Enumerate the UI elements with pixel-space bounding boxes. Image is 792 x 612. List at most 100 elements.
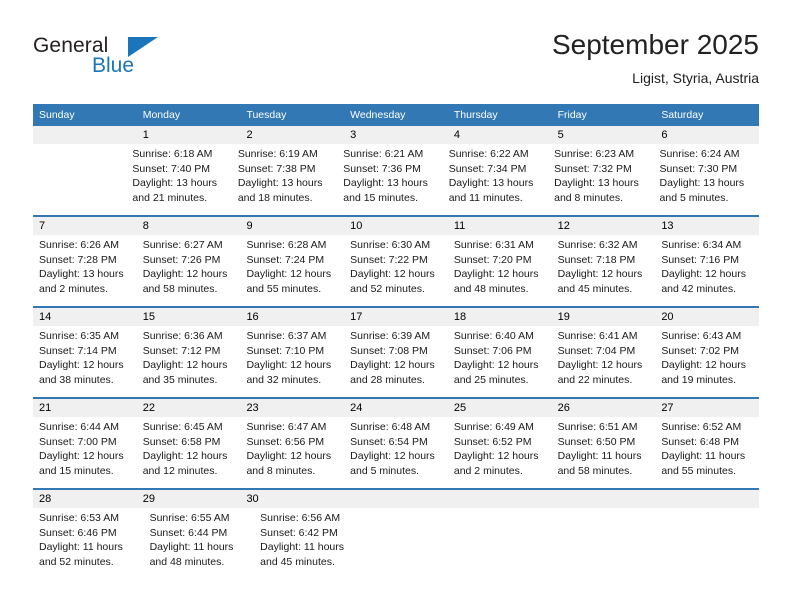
calendar-weeks: 1 2 3 4 5 6 Sunrise: 6:18 AM Sunset: 7:40 PM Day…: [33, 126, 759, 579]
day-cell[interactable]: Sunrise: 6:31 AM Sunset: 7:20 PM Daylight:…: [448, 235, 552, 306]
day-number-strip: 28 29 30: [33, 490, 759, 508]
day-info-line: Daylight: 12 hours: [453, 268, 539, 280]
day-number[interactable]: 3: [344, 126, 448, 144]
day-cell[interactable]: Sunrise: 6:52 AM Sunset: 6:48 PM Daylight:…: [655, 417, 759, 488]
day-cell[interactable]: Sunrise: 6:53 AM Sunset: 6:46 PM Daylight:…: [33, 508, 144, 579]
day-number[interactable]: 7: [33, 217, 137, 235]
day-number[interactable]: 1: [137, 126, 241, 144]
day-number[interactable]: 22: [137, 399, 241, 417]
day-number[interactable]: 4: [448, 126, 552, 144]
day-number[interactable]: 28: [33, 490, 137, 508]
day-number[interactable]: 16: [240, 308, 344, 326]
day-info-line: Daylight: 12 hours: [39, 359, 124, 371]
day-number-strip: 123456: [33, 126, 759, 144]
day-info-line: Sunset: 7:32 PM: [554, 162, 632, 175]
day-info-line: and 19 minutes.: [661, 373, 737, 386]
day-cell[interactable]: Sunrise: 6:45 AM Sunset: 6:58 PM Daylight:…: [137, 417, 241, 488]
day-number[interactable]: 24: [344, 399, 448, 417]
day-cell[interactable]: Sunrise: 6:51 AM Sunset: 6:50 PM Daylight:…: [552, 417, 656, 488]
day-info-line: Daylight: 11 hours: [39, 541, 123, 553]
day-cell[interactable]: Sunrise: 6:32 AM Sunset: 7:18 PM Daylight:…: [552, 235, 656, 306]
day-cell[interactable]: Sunrise: 6:30 AM Sunset: 7:22 PM Daylight:…: [344, 235, 448, 306]
day-number-empty: [448, 490, 552, 508]
day-info-line: Sunset: 7:20 PM: [453, 253, 532, 266]
day-info-line: Sunrise: 6:27 AM: [142, 239, 223, 251]
day-cell[interactable]: Sunrise: 6:37 AM Sunset: 7:10 PM Daylight:…: [240, 326, 344, 397]
day-number[interactable]: 26: [552, 399, 656, 417]
day-number[interactable]: 18: [448, 308, 552, 326]
weekday-header-saturday: Saturday: [661, 109, 704, 121]
day-info-line: Daylight: 12 hours: [246, 450, 332, 462]
day-number[interactable]: 20: [655, 308, 759, 326]
day-info-line: and 11 minutes.: [448, 191, 523, 204]
day-cell[interactable]: Sunrise: 6:35 AM Sunset: 7:14 PM Daylight:…: [33, 326, 137, 397]
general-blue-logo[interactable]: General Blue: [33, 34, 163, 90]
day-info-line: Sunrise: 6:23 AM: [554, 148, 635, 160]
weekday-header-wednesday: Wednesday: [350, 109, 406, 121]
day-cell[interactable]: Sunrise: 6:40 AM Sunset: 7:06 PM Daylight:…: [448, 326, 552, 397]
day-cell[interactable]: Sunrise: 6:49 AM Sunset: 6:52 PM Daylight:…: [448, 417, 552, 488]
day-info-line: Sunset: 6:52 PM: [453, 435, 532, 448]
day-cell[interactable]: Sunrise: 6:21 AM Sunset: 7:36 PM Daylight:…: [337, 144, 442, 215]
day-info-line: Sunset: 7:12 PM: [142, 344, 221, 357]
day-number[interactable]: 11: [448, 217, 552, 235]
day-cell[interactable]: Sunrise: 6:43 AM Sunset: 7:02 PM Daylight:…: [655, 326, 759, 397]
day-cell[interactable]: Sunrise: 6:34 AM Sunset: 7:16 PM Daylight:…: [655, 235, 759, 306]
day-cell[interactable]: Sunrise: 6:36 AM Sunset: 7:12 PM Daylight:…: [137, 326, 241, 397]
day-number[interactable]: 21: [33, 399, 137, 417]
day-cell[interactable]: Sunrise: 6:44 AM Sunset: 7:00 PM Daylight:…: [33, 417, 137, 488]
day-info-line: Daylight: 12 hours: [557, 359, 643, 371]
day-number[interactable]: 9: [240, 217, 344, 235]
day-number[interactable]: 8: [137, 217, 241, 235]
weekday-header-row: Sunday Monday Tuesday Wednesday Thursday Frid…: [33, 104, 759, 126]
day-cell[interactable]: Sunrise: 6:24 AM Sunset: 7:30 PM Daylight:…: [654, 144, 759, 215]
page-subtitle: Ligist, Styria, Austria: [632, 70, 759, 86]
day-cell[interactable]: Sunrise: 6:22 AM Sunset: 7:34 PM Daylight:…: [443, 144, 548, 215]
day-detail-strip: Sunrise: 6:18 AM Sunset: 7:40 PM Daylight:…: [33, 144, 759, 215]
day-number[interactable]: 15: [137, 308, 241, 326]
day-cell[interactable]: Sunrise: 6:27 AM Sunset: 7:26 PM Daylight:…: [137, 235, 241, 306]
day-cell[interactable]: Sunrise: 6:18 AM Sunset: 7:40 PM Daylight:…: [126, 144, 231, 215]
day-number[interactable]: 19: [552, 308, 656, 326]
day-number[interactable]: 2: [240, 126, 344, 144]
day-info-line: Sunrise: 6:52 AM: [661, 421, 742, 433]
day-cell[interactable]: Sunrise: 6:39 AM Sunset: 7:08 PM Daylight:…: [344, 326, 448, 397]
day-number-empty: [655, 490, 759, 508]
day-number[interactable]: 14: [33, 308, 137, 326]
day-detail-strip: Sunrise: 6:44 AM Sunset: 7:00 PM Daylight:…: [33, 417, 759, 488]
day-info-line: and 32 minutes.: [246, 373, 322, 386]
day-cell[interactable]: Sunrise: 6:28 AM Sunset: 7:24 PM Daylight:…: [240, 235, 344, 306]
day-number[interactable]: 30: [240, 490, 344, 508]
day-cell[interactable]: Sunrise: 6:23 AM Sunset: 7:32 PM Daylight:…: [548, 144, 653, 215]
day-cell[interactable]: Sunrise: 6:47 AM Sunset: 6:56 PM Daylight:…: [240, 417, 344, 488]
day-info-line: Sunrise: 6:24 AM: [659, 148, 740, 160]
day-number[interactable]: 27: [655, 399, 759, 417]
day-info-line: and 12 minutes.: [142, 464, 218, 477]
day-number[interactable]: 25: [448, 399, 552, 417]
day-info-line: Sunset: 7:10 PM: [246, 344, 325, 357]
day-number[interactable]: 12: [552, 217, 656, 235]
day-info-line: Sunset: 7:40 PM: [132, 162, 211, 175]
day-cell[interactable]: Sunrise: 6:19 AM Sunset: 7:38 PM Daylight:…: [232, 144, 337, 215]
day-number-strip: 21 22 23 24 25 26 27: [33, 399, 759, 417]
day-info-line: and 48 minutes.: [149, 555, 225, 568]
day-cell[interactable]: Sunrise: 6:26 AM Sunset: 7:28 PM Daylight:…: [33, 235, 137, 306]
day-number[interactable]: 13: [655, 217, 759, 235]
day-cell-empty: [33, 144, 126, 215]
day-number[interactable]: 5: [552, 126, 656, 144]
day-number[interactable]: 23: [240, 399, 344, 417]
day-info-line: Sunrise: 6:49 AM: [453, 421, 534, 433]
day-number[interactable]: 17: [344, 308, 448, 326]
day-cell[interactable]: Sunrise: 6:48 AM Sunset: 6:54 PM Daylight:…: [344, 417, 448, 488]
day-info-line: and 28 minutes.: [350, 373, 425, 386]
day-cell[interactable]: Sunrise: 6:55 AM Sunset: 6:44 PM Daylight:…: [144, 508, 255, 579]
day-info-line: and 25 minutes.: [453, 373, 529, 386]
day-cell-empty: [463, 508, 562, 579]
day-info-line: and 5 minutes.: [659, 191, 729, 204]
day-cell[interactable]: Sunrise: 6:41 AM Sunset: 7:04 PM Daylight:…: [552, 326, 656, 397]
day-cell[interactable]: Sunrise: 6:56 AM Sunset: 6:42 PM Daylight:…: [254, 508, 365, 579]
day-number[interactable]: 6: [655, 126, 759, 144]
day-info-line: Daylight: 11 hours: [661, 450, 746, 462]
day-number[interactable]: 10: [344, 217, 448, 235]
day-number[interactable]: 29: [137, 490, 241, 508]
